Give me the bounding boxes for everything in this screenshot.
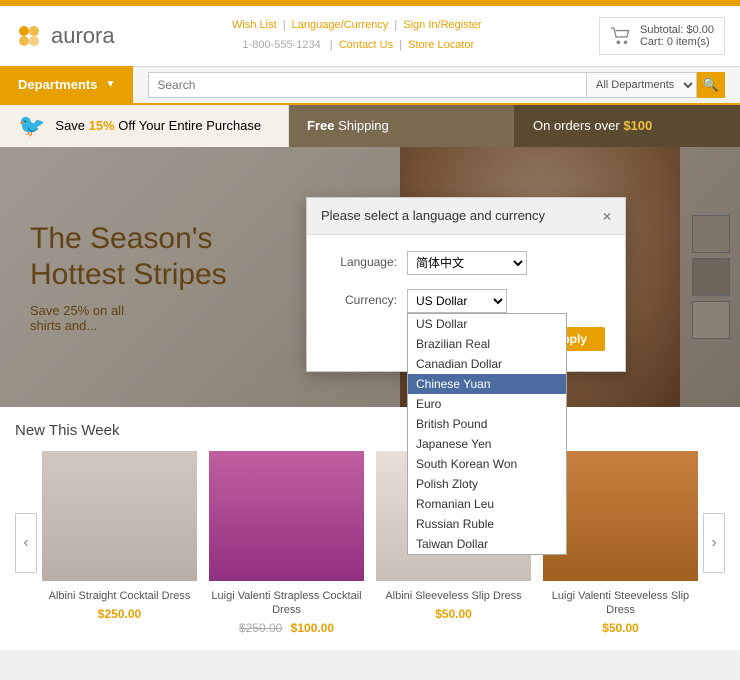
modal-language-label: Language:: [327, 251, 397, 269]
currency-option-britishpound[interactable]: British Pound: [408, 414, 566, 434]
product-name-2: Luigi Valenti Strapless Cocktail Dress: [209, 589, 364, 618]
modal-close-button[interactable]: ×: [603, 208, 611, 224]
promo-bird-icon: 🐦: [18, 113, 45, 139]
products-section: New This Week ‹ Albini Straight Cocktail…: [0, 407, 740, 651]
contact-us-link[interactable]: Contact Us: [339, 39, 393, 51]
products-next-button[interactable]: ›: [703, 513, 725, 573]
modal-body: Language: 简体中文 Currency: US Dollar US Do…: [307, 235, 625, 371]
modal-currency-select[interactable]: US Dollar: [407, 289, 507, 313]
product-card-2[interactable]: Luigi Valenti Strapless Cocktail Dress $…: [209, 451, 364, 636]
logo-icon: [15, 22, 43, 50]
search-input[interactable]: [148, 72, 587, 98]
modal-overlay: Please select a language and currency × …: [0, 147, 740, 407]
products-section-title: New This Week: [15, 422, 725, 439]
promo-bar: 🐦 Save 15% Off Your Entire Purchase Free…: [0, 105, 740, 147]
cart-count: Cart: 0 item(s): [640, 36, 714, 48]
search-area: All Departments 🔍: [133, 66, 740, 104]
currency-option-taiwandollar[interactable]: Taiwan Dollar: [408, 534, 566, 554]
product-price-value-4: $50.00: [602, 621, 639, 635]
product-price-value-3: $50.00: [435, 607, 472, 621]
currency-option-russianruble[interactable]: Russian Ruble: [408, 514, 566, 534]
product-name-4: Luigi Valenti Steeveless Slip Dress: [543, 589, 698, 618]
departments-button[interactable]: Departments ▼: [0, 66, 133, 104]
product-price-4: $50.00: [543, 621, 698, 635]
phone-number: 1-800-555-1234: [242, 39, 320, 51]
modal-currency-row: Currency: US Dollar US Dollar Brazilian …: [327, 289, 605, 313]
product-price-3: $50.00: [376, 607, 531, 621]
product-price-1: $250.00: [42, 607, 197, 621]
hero-wrapper: The Season's Hottest Stripes Save 25% on…: [0, 147, 740, 407]
modal-language-row: Language: 简体中文: [327, 251, 605, 275]
header: aurora Wish List | Language/Currency | S…: [0, 6, 740, 67]
modal-currency-label: Currency:: [327, 289, 397, 307]
product-price-value-2: $100.00: [291, 621, 334, 635]
currency-option-canadiandollar[interactable]: Canadian Dollar: [408, 354, 566, 374]
nav-bar: Departments ▼ All Departments 🔍: [0, 67, 740, 105]
search-button[interactable]: 🔍: [697, 72, 725, 98]
product-name-3: Albini Sleeveless Slip Dress: [376, 589, 531, 603]
departments-label: Departments: [18, 77, 97, 92]
promo-item-3: On orders over $100: [515, 105, 740, 147]
wish-list-link[interactable]: Wish List: [232, 19, 277, 31]
products-prev-button[interactable]: ‹: [15, 513, 37, 573]
product-old-price-2: $250.00: [239, 621, 282, 635]
language-currency-modal: Please select a language and currency × …: [306, 197, 626, 372]
cart-area[interactable]: Subtotal: $0.00 Cart: 0 item(s): [599, 17, 725, 55]
promo-item-2: Free Shipping: [289, 105, 515, 147]
departments-arrow-icon: ▼: [105, 79, 115, 90]
currency-option-usdollar[interactable]: US Dollar: [408, 314, 566, 334]
modal-language-select[interactable]: 简体中文: [407, 251, 527, 275]
sign-in-link[interactable]: Sign In/Register: [403, 19, 481, 31]
store-locator-link[interactable]: Store Locator: [408, 39, 474, 51]
header-links: Wish List | Language/Currency | Sign In/…: [232, 16, 481, 56]
modal-currency-wrapper: US Dollar US Dollar Brazilian Real Canad…: [407, 289, 507, 313]
product-price-value-1: $250.00: [98, 607, 141, 621]
product-image-2: [209, 451, 364, 581]
currency-dropdown-list: US Dollar Brazilian Real Canadian Dollar…: [407, 313, 567, 555]
logo[interactable]: aurora: [15, 22, 115, 50]
currency-option-euro[interactable]: Euro: [408, 394, 566, 414]
products-row: ‹ Albini Straight Cocktail Dress $250.00…: [15, 451, 725, 636]
modal-title: Please select a language and currency: [321, 208, 545, 223]
currency-option-chineseyuan[interactable]: Chinese Yuan: [408, 374, 566, 394]
search-icon: 🔍: [703, 77, 719, 93]
product-price-2: $250.00 $100.00: [209, 621, 364, 635]
currency-option-southkoreanwon[interactable]: South Korean Won: [408, 454, 566, 474]
language-currency-link[interactable]: Language/Currency: [292, 19, 389, 31]
modal-header: Please select a language and currency ×: [307, 198, 625, 235]
currency-option-romanianleu[interactable]: Romanian Leu: [408, 494, 566, 514]
currency-option-japaneseyena[interactable]: Japanese Yen: [408, 434, 566, 454]
currency-option-brazilianreal[interactable]: Brazilian Real: [408, 334, 566, 354]
cart-subtotal: Subtotal: $0.00: [640, 24, 714, 36]
product-name-1: Albini Straight Cocktail Dress: [42, 589, 197, 603]
cart-icon: [610, 27, 632, 45]
currency-option-polishzloty[interactable]: Polish Zloty: [408, 474, 566, 494]
product-card-1[interactable]: Albini Straight Cocktail Dress $250.00: [42, 451, 197, 636]
search-departments-dropdown[interactable]: All Departments: [587, 72, 697, 98]
products-grid: Albini Straight Cocktail Dress $250.00 L…: [37, 451, 703, 636]
product-image-1: [42, 451, 197, 581]
promo-item-1: 🐦 Save 15% Off Your Entire Purchase: [0, 105, 289, 147]
logo-text: aurora: [51, 23, 115, 49]
